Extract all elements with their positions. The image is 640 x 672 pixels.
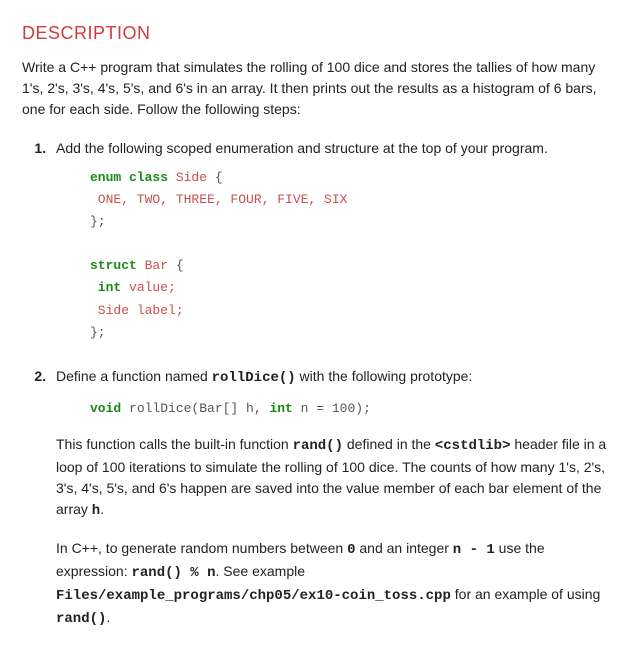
step-1-lead: Add the following scoped enumeration and… [56,140,548,156]
function-prototype: void rollDice(Bar[] h, int n = 100); [90,399,618,419]
p1-a: This function calls the built-in functio… [56,436,293,452]
p1-b: defined in the [343,436,435,452]
step-2-para-1: This function calls the built-in functio… [56,434,618,522]
p2-b: and an integer [355,540,452,556]
intro-paragraph: Write a C++ program that simulates the r… [22,57,618,120]
p2-f: . [106,609,110,625]
section-heading: DESCRIPTION [22,20,618,47]
kw-int-2: int [269,401,292,416]
enum-values: ONE, TWO, THREE, FOUR, FIVE, SIX [90,192,347,207]
step-1: Add the following scoped enumeration and… [50,138,618,344]
kw-struct: struct [90,258,137,273]
rand-fn: rand() [293,438,343,454]
p2-a: In C++, to generate random numbers betwe… [56,540,347,556]
n-minus-1: n - 1 [453,542,495,558]
rand-fn-2: rand() [56,611,106,627]
brace-close-2: }; [90,325,106,340]
type-side-ref: Side [90,303,129,318]
member-value: value; [121,280,176,295]
step-1-code: enum class Side { ONE, TWO, THREE, FOUR,… [90,167,618,344]
kw-int: int [90,280,121,295]
kw-void: void [90,401,121,416]
proto-end: n = 100); [293,401,371,416]
brace-close: }; [90,214,106,229]
p1-d: . [100,501,104,517]
example-file-path: Files/example_programs/chp05/ex10-coin_t… [56,588,451,604]
rolldice-fn: rollDice() [212,370,296,386]
steps-list: Add the following scoped enumeration and… [22,138,618,630]
type-bar: Bar [137,258,168,273]
cstdlib-hdr: <cstdlib> [435,438,511,454]
step-2: Define a function named rollDice() with … [50,366,618,631]
kw-enum-class: enum class [90,170,168,185]
type-side: Side [168,170,207,185]
step-2-lead-a: Define a function named [56,368,212,384]
array-h: h [92,503,100,519]
p2-d: . See example [216,563,306,579]
proto-mid: rollDice(Bar[] h, [121,401,269,416]
brace-open: { [207,170,223,185]
rand-mod-n: rand() % n [131,565,215,581]
member-label: label; [129,303,184,318]
step-2-lead-b: with the following prototype: [296,368,473,384]
brace-open-2: { [168,258,184,273]
step-2-para-2: In C++, to generate random numbers betwe… [56,538,618,630]
